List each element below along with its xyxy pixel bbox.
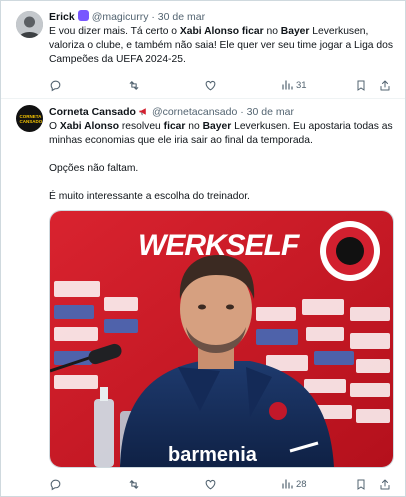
timeline: Erick @magicurry · 30 de mar E vou dizer …	[0, 0, 406, 497]
share-icon	[380, 479, 390, 489]
tweet-header: Erick @magicurry · 30 de mar	[49, 10, 205, 24]
verified-badge-icon	[77, 10, 89, 21]
share-button[interactable]	[379, 77, 391, 93]
like-icon	[205, 479, 216, 489]
dot-separator: ·	[151, 11, 155, 23]
author-handle[interactable]: @cornetacansado	[152, 106, 237, 118]
tweet-erick[interactable]: Erick @magicurry · 30 de mar E vou dizer …	[1, 1, 405, 98]
like-button[interactable]	[204, 77, 217, 93]
tweet-text: E vou dizer mais. Tá certo o Xabi Alonso…	[49, 25, 394, 67]
text-line: valoriza o clube, e também não saia! Ele…	[49, 40, 393, 51]
avatar[interactable]	[16, 11, 43, 38]
retweet-button[interactable]	[127, 476, 141, 492]
dot-separator: ·	[240, 106, 244, 118]
reply-button[interactable]	[49, 476, 62, 492]
tweet-date[interactable]: 30 de mar	[158, 11, 205, 23]
reply-icon	[50, 479, 61, 490]
views-icon	[282, 479, 293, 489]
share-icon	[380, 80, 390, 90]
tweet-paragraph: É muito interessante a escolha do treina…	[49, 191, 250, 202]
tweet-text: O Xabi Alonso resolveu ficar no Bayer Le…	[49, 120, 394, 218]
tweet-header: Corneta Cansado @cornetacansado · 30 de m…	[49, 106, 294, 119]
author-name[interactable]: Corneta Cansado	[49, 106, 136, 118]
press-conference-photo: WERKSELF barmenia	[50, 211, 393, 467]
tweet-paragraph: O Xabi Alonso resolveu ficar no Bayer Le…	[49, 121, 393, 146]
views-icon	[282, 80, 293, 90]
reply-button[interactable]	[49, 77, 62, 93]
share-button[interactable]	[379, 476, 391, 492]
bookmark-button[interactable]	[355, 476, 367, 492]
views-count: 28	[296, 478, 307, 490]
author-name[interactable]: Erick	[49, 11, 75, 23]
retweet-button[interactable]	[127, 77, 141, 93]
text-line: E vou dizer mais. Tá certo o Xabi Alonso…	[49, 26, 369, 37]
views-button[interactable]: 28	[281, 476, 307, 492]
tweet-image[interactable]: WERKSELF barmenia	[49, 210, 394, 468]
bookmark-button[interactable]	[355, 77, 367, 93]
tweet-date[interactable]: 30 de mar	[247, 106, 294, 118]
text-line: Campeões da UEFA 2024-25.	[49, 54, 186, 65]
views-button[interactable]: 31	[281, 77, 307, 93]
like-icon	[205, 80, 216, 90]
retweet-icon	[129, 479, 139, 489]
author-handle[interactable]: @magicurry	[92, 11, 149, 23]
tweet-actions: 28	[49, 476, 394, 492]
tweet-corneta-cansado[interactable]: CORNETA CANSADO Corneta Cansado @cornetac…	[1, 99, 405, 496]
avatar[interactable]: CORNETA CANSADO	[16, 105, 43, 132]
retweet-icon	[129, 80, 139, 90]
bookmark-icon	[357, 479, 365, 490]
shirt-sponsor-text: barmenia	[168, 444, 258, 466]
megaphone-icon	[139, 108, 146, 116]
views-count: 31	[296, 79, 307, 91]
reply-icon	[50, 80, 61, 91]
like-button[interactable]	[204, 476, 217, 492]
tweet-actions: 31	[49, 77, 394, 93]
bookmark-icon	[357, 80, 365, 91]
tweet-paragraph: Opções não faltam.	[49, 163, 139, 174]
avatar-logo-text: CORNETA CANSADO	[19, 113, 43, 124]
